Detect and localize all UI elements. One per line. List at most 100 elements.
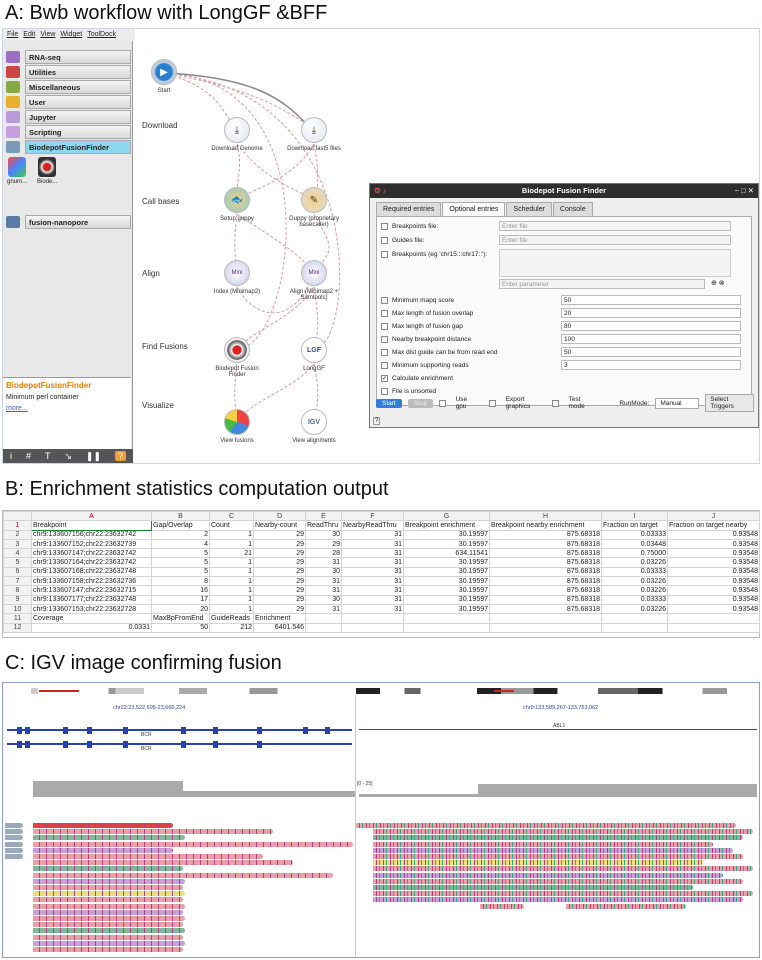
category-utilities[interactable]: Utilities: [6, 65, 131, 79]
breakpoints-file-input[interactable]: Enter file: [499, 221, 731, 231]
table-cell[interactable]: 875.68318: [489, 585, 602, 596]
table-cell[interactable]: 0.93548: [667, 529, 760, 540]
table-cell[interactable]: chr9:133607147;chr22:23632742: [31, 548, 152, 559]
help-icon[interactable]: ?: [373, 417, 381, 425]
table-cell[interactable]: 5: [151, 566, 210, 578]
table-cell[interactable]: 31: [341, 566, 404, 578]
table-cell[interactable]: 0.0331: [31, 622, 152, 633]
table-cell[interactable]: 0.93548: [667, 594, 760, 605]
table-cell[interactable]: Enrichment: [253, 613, 306, 624]
add-remove-icons[interactable]: ⊕ ⊗: [711, 279, 725, 287]
table-cell[interactable]: 0.03333: [601, 529, 668, 540]
breakpoints-file-checkbox[interactable]: [381, 222, 388, 230]
table-cell[interactable]: 0.93548: [667, 566, 760, 578]
table-cell[interactable]: Coverage: [31, 613, 152, 624]
column-header[interactable]: H: [489, 510, 602, 522]
row-number[interactable]: 11: [3, 613, 32, 624]
column-header[interactable]: I: [601, 510, 668, 522]
table-cell[interactable]: 1: [209, 594, 254, 605]
table-cell[interactable]: NearbyReadThru: [341, 520, 404, 531]
table-cell[interactable]: 29: [253, 538, 306, 550]
row-number[interactable]: 6: [3, 566, 32, 578]
table-cell[interactable]: Count: [209, 520, 254, 531]
table-cell[interactable]: 0.93548: [667, 576, 760, 587]
menu-tooldock[interactable]: ToolDock: [87, 31, 116, 39]
table-cell[interactable]: Fraction on target: [601, 520, 668, 531]
table-cell[interactable]: 29: [253, 585, 306, 596]
column-header[interactable]: [3, 510, 32, 522]
grid-icon[interactable]: #: [26, 451, 31, 461]
table-cell[interactable]: 0.03226: [601, 585, 668, 596]
table-cell[interactable]: 1: [209, 529, 254, 540]
table-cell[interactable]: 0.03226: [601, 603, 668, 615]
table-cell[interactable]: 875.68318: [489, 576, 602, 587]
category-biodepotfusionfinder[interactable]: BiodepotFusionFinder: [6, 140, 131, 154]
row-number[interactable]: 8: [3, 585, 32, 596]
table-cell[interactable]: 0.93548: [667, 557, 760, 568]
info-icon[interactable]: i: [10, 451, 12, 461]
table-cell[interactable]: [341, 613, 404, 624]
table-cell[interactable]: 30.19597: [403, 594, 490, 605]
export-graphics-checkbox[interactable]: [489, 399, 496, 407]
test-mode-checkbox[interactable]: [552, 399, 559, 407]
table-cell[interactable]: 0.75000: [601, 548, 668, 559]
table-cell[interactable]: [403, 622, 490, 633]
table-cell[interactable]: 212: [209, 622, 254, 633]
param-checkbox[interactable]: [381, 361, 388, 369]
menu-edit[interactable]: Edit: [23, 31, 35, 39]
table-cell[interactable]: 875.68318: [489, 603, 602, 615]
table-cell[interactable]: 30: [305, 529, 342, 540]
table-cell[interactable]: [667, 622, 760, 633]
table-cell[interactable]: 0.93548: [667, 548, 760, 559]
node-download-genome[interactable]: ⤓ Download Genome: [207, 117, 267, 152]
column-header[interactable]: B: [151, 510, 210, 522]
table-cell[interactable]: Fraction on target nearby: [667, 520, 760, 531]
table-cell[interactable]: chr9:133607153;chr22:23632728: [31, 603, 152, 615]
stop-button[interactable]: Stop: [407, 398, 434, 408]
table-cell[interactable]: 8: [151, 576, 210, 587]
category-jupyter[interactable]: Jupyter: [6, 110, 131, 124]
row-number[interactable]: 4: [3, 548, 32, 559]
row-number[interactable]: 12: [3, 622, 32, 633]
table-cell[interactable]: 875.68318: [489, 557, 602, 568]
table-cell[interactable]: 0.03333: [601, 566, 668, 578]
tool-biode[interactable]: Biode...: [37, 157, 57, 197]
param-checkbox[interactable]: [381, 322, 388, 330]
enter-parameter-input[interactable]: Enter parameter: [499, 279, 705, 289]
node-index-minimap2[interactable]: Mini Index (Minimap2): [207, 260, 267, 295]
node-download-fast5[interactable]: ⤓ Download fast5 files: [284, 117, 344, 152]
tab-console[interactable]: Console: [552, 202, 593, 216]
param-value[interactable]: 50: [561, 347, 741, 357]
file-unsorted-checkbox[interactable]: [381, 387, 388, 395]
start-button[interactable]: Start: [376, 398, 402, 408]
table-cell[interactable]: chr9:133607152;chr22:23632739: [31, 538, 152, 550]
table-cell[interactable]: 0.03448: [601, 538, 668, 550]
table-cell[interactable]: 875.68318: [489, 566, 602, 578]
param-value[interactable]: 80: [561, 321, 741, 331]
table-cell[interactable]: 31: [305, 585, 342, 596]
menu-view[interactable]: View: [40, 31, 55, 39]
column-header[interactable]: D: [253, 510, 306, 522]
table-cell[interactable]: 1: [209, 576, 254, 587]
table-cell[interactable]: 20: [151, 603, 210, 615]
table-cell[interactable]: 875.68318: [489, 529, 602, 540]
table-cell[interactable]: 30.19597: [403, 538, 490, 550]
table-cell[interactable]: 0.03226: [601, 557, 668, 568]
table-cell[interactable]: 1: [209, 603, 254, 615]
column-header[interactable]: E: [305, 510, 342, 522]
table-cell[interactable]: 31: [341, 557, 404, 568]
table-cell[interactable]: 30.19597: [403, 566, 490, 578]
table-cell[interactable]: chr9:133607177;chr22:23632748: [31, 594, 152, 605]
table-cell[interactable]: 1: [209, 585, 254, 596]
table-cell[interactable]: 29: [253, 548, 306, 559]
table-cell[interactable]: 31: [341, 529, 404, 540]
table-cell[interactable]: Breakpoint enrichment: [403, 520, 490, 531]
table-cell[interactable]: 2: [151, 529, 210, 540]
table-cell[interactable]: chr9:133607168;chr22:23632748: [31, 566, 152, 578]
node-biodepot-fusion-finder[interactable]: Biodepot Fusion Finder: [207, 337, 267, 378]
node-align-minimap2[interactable]: Mini Align (Minimap2 + Samtools): [284, 260, 344, 301]
table-cell[interactable]: ReadThru: [305, 520, 342, 531]
category-user[interactable]: User: [6, 95, 131, 109]
table-cell[interactable]: 875.68318: [489, 594, 602, 605]
table-cell[interactable]: [341, 622, 404, 633]
